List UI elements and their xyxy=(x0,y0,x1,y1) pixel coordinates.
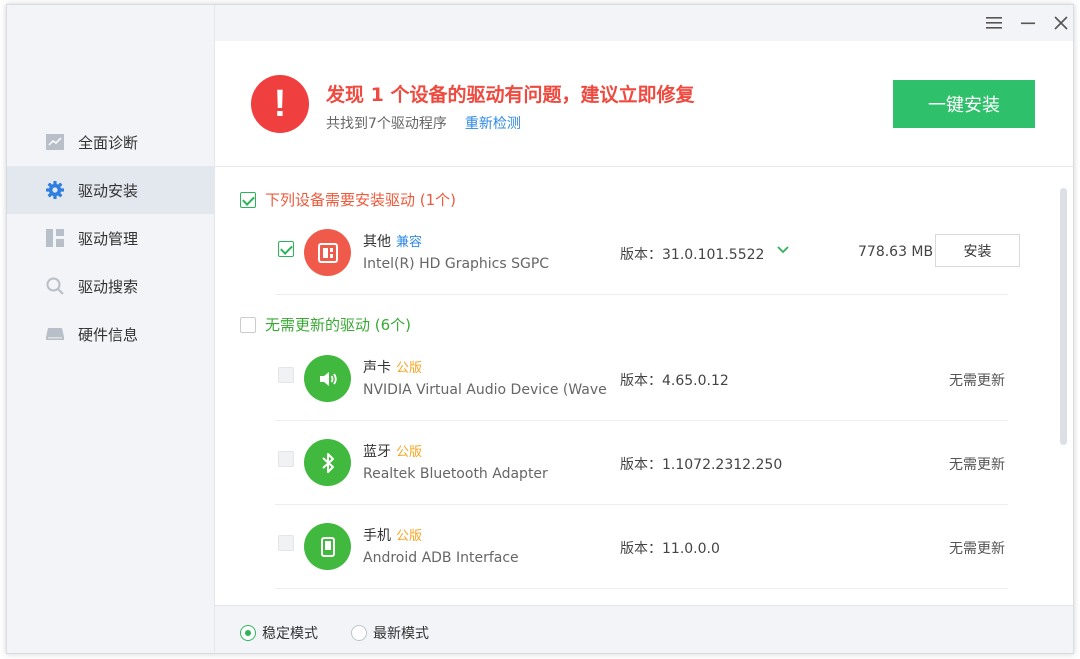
diagnosis-chart-icon xyxy=(45,132,65,152)
radio-latest-mode[interactable]: 最新模式 xyxy=(351,623,429,643)
driver-app-window: 全面诊断 驱动安装 驱动管理 驱动搜索 硬件信息 ! 发现 1 个设备的驱动有问… xyxy=(6,4,1074,654)
device-name: NVIDIA Virtual Audio Device (Wave E xyxy=(363,382,612,398)
rescan-link[interactable]: 重新检测 xyxy=(465,116,521,132)
driver-row: 手机 公版 Android ADB Interface 版本：11.0.0.0 无… xyxy=(275,505,1008,589)
hardware-icon xyxy=(45,324,65,344)
device-name: Realtek Bluetooth Adapter xyxy=(363,466,548,482)
group-title-need-install: 下列设备需要安装驱动 (1个) xyxy=(265,191,457,209)
titlebar xyxy=(215,5,1073,41)
radio-label: 最新模式 xyxy=(373,626,429,642)
device-name: Intel(R) HD Graphics SGPC xyxy=(363,256,550,272)
sidebar-item-driver-manage[interactable]: 驱动管理 xyxy=(7,214,215,262)
sidebar-item-hardware-info[interactable]: 硬件信息 xyxy=(7,310,215,358)
sidebar-item-driver-install[interactable]: 驱动安装 xyxy=(7,166,215,214)
alert-subtitle: 共找到7个驱动程序 重新检测 xyxy=(326,113,521,133)
minimize-icon[interactable] xyxy=(1017,12,1039,34)
radio-dot xyxy=(240,625,256,641)
radio-stable-mode[interactable]: 稳定模式 xyxy=(240,623,318,643)
sidebar-nav: 全面诊断 驱动安装 驱动管理 驱动搜索 硬件信息 xyxy=(7,118,215,358)
row-checkbox[interactable] xyxy=(278,451,294,467)
public-tag: 公版 xyxy=(396,529,423,544)
driver-version: 版本：1.1072.2312.250 xyxy=(620,457,783,473)
driver-count-text: 共找到7个驱动程序 xyxy=(326,116,447,132)
sidebar-item-driver-search[interactable]: 驱动搜索 xyxy=(7,262,215,310)
driver-version: 版本：31.0.101.5522 xyxy=(620,247,765,263)
device-category: 蓝牙 公版 xyxy=(363,441,422,461)
radio-dot xyxy=(351,625,367,641)
device-category: 其他 兼容 xyxy=(363,231,422,251)
radio-label: 稳定模式 xyxy=(262,626,318,642)
scrollbar-thumb[interactable] xyxy=(1060,188,1067,445)
device-name: Android ADB Interface xyxy=(363,550,519,566)
row-checkbox[interactable] xyxy=(278,535,294,551)
gear-icon xyxy=(45,180,65,200)
sidebar-item-label: 硬件信息 xyxy=(78,325,139,344)
driver-row: 其他 兼容 Intel(R) HD Graphics SGPC 版本：31.0.1… xyxy=(275,211,1020,295)
close-icon[interactable] xyxy=(1050,12,1072,34)
public-tag: 公版 xyxy=(396,445,423,460)
category-label: 蓝牙 xyxy=(363,444,391,460)
driver-row: 声卡 公版 NVIDIA Virtual Audio Device (Wave E… xyxy=(275,337,1008,421)
grid-icon xyxy=(45,228,65,248)
compat-tag: 兼容 xyxy=(396,235,423,250)
mode-footer: 稳定模式 最新模式 xyxy=(215,605,1073,653)
speaker-icon xyxy=(304,355,351,402)
group-title-no-update: 无需更新的驱动 (6个) xyxy=(265,316,412,334)
driver-version: 版本：4.65.0.12 xyxy=(620,373,729,389)
sidebar-item-label: 驱动管理 xyxy=(78,229,139,248)
display-adapter-icon xyxy=(304,229,351,276)
update-status: 无需更新 xyxy=(949,373,1005,389)
alert-title: 发现 1 个设备的驱动有问题，建议立即修复 xyxy=(326,84,695,106)
update-status: 无需更新 xyxy=(949,457,1005,473)
install-button[interactable]: 安装 xyxy=(935,234,1020,267)
category-label: 其他 xyxy=(363,234,391,250)
search-icon xyxy=(45,276,65,296)
sidebar-item-label: 驱动安装 xyxy=(78,181,139,200)
sidebar-item-diagnosis[interactable]: 全面诊断 xyxy=(7,118,215,166)
device-category: 声卡 公版 xyxy=(363,357,422,377)
update-status: 无需更新 xyxy=(949,541,1005,557)
chevron-down-icon[interactable] xyxy=(775,243,791,261)
bluetooth-icon xyxy=(304,439,351,486)
menu-icon[interactable] xyxy=(983,12,1005,34)
row-checkbox[interactable] xyxy=(278,367,294,383)
sidebar-item-label: 驱动搜索 xyxy=(78,277,139,296)
category-label: 声卡 xyxy=(363,360,391,376)
device-category: 手机 公版 xyxy=(363,525,422,545)
driver-size: 778.63 MB xyxy=(858,244,934,260)
install-all-button[interactable]: 一键安装 xyxy=(893,80,1035,128)
public-tag: 公版 xyxy=(396,361,423,376)
sidebar-item-label: 全面诊断 xyxy=(78,133,139,152)
driver-row: 蓝牙 公版 Realtek Bluetooth Adapter 版本：1.1072… xyxy=(275,421,1008,505)
row-checkbox[interactable] xyxy=(278,241,294,257)
group-checkbox-need-install[interactable] xyxy=(240,192,256,208)
sidebar: 全面诊断 驱动安装 驱动管理 驱动搜索 硬件信息 xyxy=(7,5,215,653)
alert-icon: ! xyxy=(251,75,309,133)
group-checkbox-no-update[interactable] xyxy=(240,317,256,333)
phone-icon xyxy=(304,523,351,570)
scan-result-header: ! 发现 1 个设备的驱动有问题，建议立即修复 共找到7个驱动程序 重新检测 一键… xyxy=(215,41,1073,167)
driver-list: 下列设备需要安装驱动 (1个) 其他 兼容 Intel(R) HD Graphic… xyxy=(215,168,1073,605)
category-label: 手机 xyxy=(363,528,391,544)
driver-version: 版本：11.0.0.0 xyxy=(620,541,720,557)
